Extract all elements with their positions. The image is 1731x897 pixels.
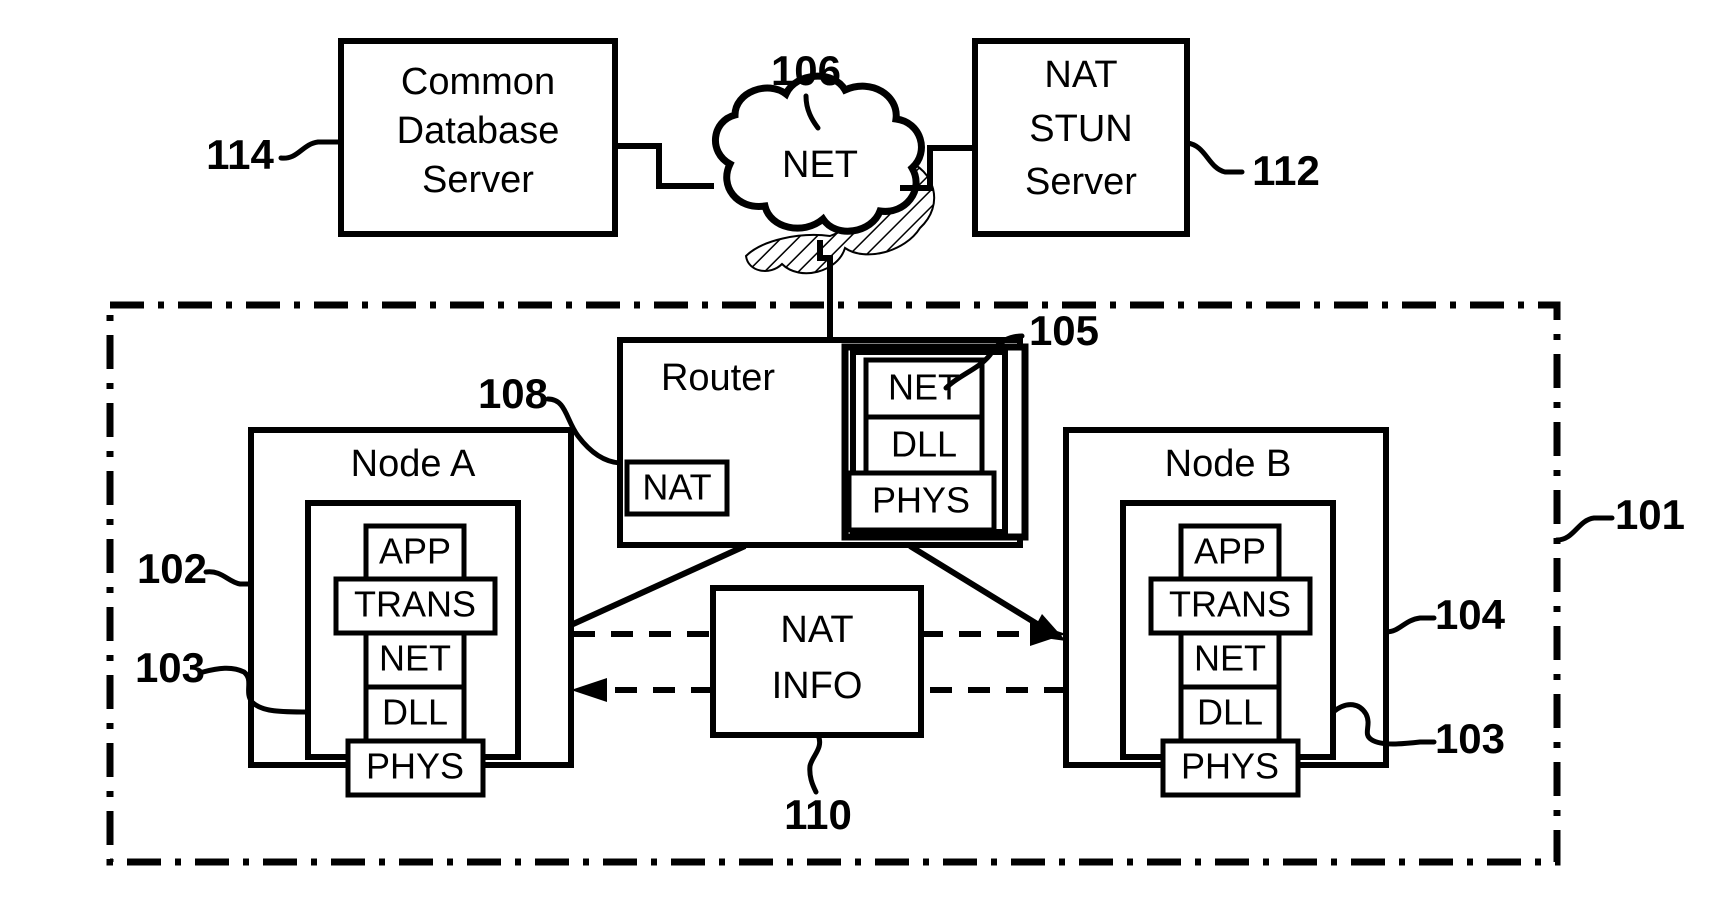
ref-numeral-104: 104 [1435,591,1506,638]
node-b-layer-net-label: NET [1194,638,1266,679]
node-b-label: Node B [1165,443,1292,485]
ref-numeral-105: 105 [1029,307,1099,354]
lead-line-102 [203,569,254,587]
nat-stun-server-label-line1: NAT [1044,54,1117,96]
nat-info-label-line1: NAT [780,609,853,651]
ref-numeral-114: 114 [206,131,274,178]
node-a-layer-trans-label: TRANS [354,584,476,625]
common-database-server-label-line2: Database [397,110,560,152]
ref-numeral-112: 112 [1252,147,1320,194]
node-b-layer-phys-label: PHYS [1181,746,1279,787]
node-a-label: Node A [351,443,476,485]
node-a-layer-dll-label: DLL [382,692,448,733]
ref-numeral-101: 101 [1615,491,1685,538]
router-nat-label: NAT [642,467,711,508]
ref-numeral-108: 108 [478,370,548,417]
nat-stun-server-label-line2: STUN [1029,108,1132,150]
lead-line-114 [278,139,344,161]
net-cloud-label: NET [782,144,858,186]
figure-canvas: Common Database Server NET NAT STUN Serv… [0,0,1731,897]
router-label: Router [661,357,775,399]
router-layer-dll-label: DLL [891,424,957,465]
router-layer-phys-label: PHYS [872,480,970,521]
link-cloud-to-router [817,240,833,340]
link-db-to-cloud [615,143,714,189]
ref-numeral-103-left: 103 [135,644,205,691]
common-database-server-label-line3: Server [422,159,534,201]
ref-numeral-103-right: 103 [1435,715,1505,762]
lead-line-112 [1184,140,1245,175]
nat-stun-server-label-line3: Server [1025,161,1137,203]
lead-line-110 [807,732,823,795]
lead-line-104 [1383,615,1437,635]
node-a-layer-net-label: NET [379,638,451,679]
router-layer-net-label: NET [888,367,960,408]
node-a-layer-phys-label: PHYS [366,746,464,787]
nat-info-label-line2: INFO [772,665,863,707]
lead-line-101 [1554,515,1615,543]
node-b-layer-trans-label: TRANS [1169,584,1291,625]
common-database-server-label-line1: Common [401,61,555,103]
node-b-layer-dll-label: DLL [1197,692,1263,733]
node-a-layer-app-label: APP [379,531,451,572]
ref-numeral-110: 110 [784,791,852,838]
node-b-layer-app-label: APP [1194,531,1266,572]
ref-numeral-106: 106 [771,47,841,94]
ref-numeral-102: 102 [137,545,207,592]
